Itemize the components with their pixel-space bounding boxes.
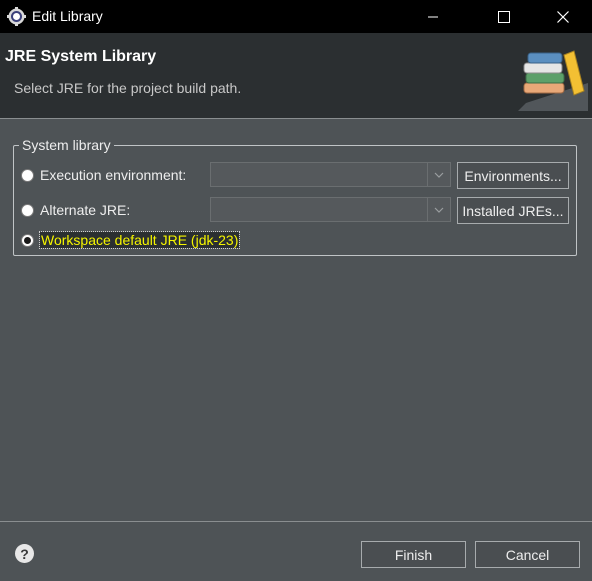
close-icon — [557, 10, 569, 23]
execution-environment-option[interactable]: Execution environment: — [21, 167, 186, 183]
page-description: Select JRE for the project build path. — [14, 80, 242, 96]
minimize-button[interactable] — [410, 0, 456, 33]
minimize-icon — [428, 16, 438, 17]
workspace-default-jre-option[interactable]: Workspace default JRE (jdk-23) — [21, 231, 241, 249]
maximize-icon — [498, 10, 510, 23]
alternate-jre-label: Alternate JRE: — [40, 202, 131, 218]
execution-environment-label: Execution environment: — [40, 167, 187, 183]
cancel-button[interactable]: Cancel — [475, 541, 580, 568]
execution-environment-combo[interactable] — [210, 162, 451, 187]
chevron-down-icon[interactable] — [427, 198, 450, 221]
group-label: System library — [19, 137, 114, 153]
execution-environment-radio[interactable] — [21, 168, 34, 182]
dialog-header: JRE System Library Select JRE for the pr… — [0, 33, 592, 119]
installed-jres-button[interactable]: Installed JREs... — [457, 197, 569, 224]
page-title: JRE System Library — [5, 48, 157, 65]
alternate-jre-combo[interactable] — [210, 197, 451, 222]
help-icon[interactable]: ? — [15, 544, 34, 563]
eclipse-gear-icon — [7, 7, 26, 26]
workspace-default-jre-label: Workspace default JRE (jdk-23) — [38, 231, 241, 249]
environments-button[interactable]: Environments... — [457, 162, 569, 189]
maximize-button[interactable] — [481, 0, 527, 33]
books-library-icon — [518, 50, 588, 111]
finish-button[interactable]: Finish — [361, 541, 466, 568]
header-separator — [0, 118, 592, 119]
footer-separator — [0, 521, 592, 522]
workspace-default-jre-radio[interactable] — [21, 233, 34, 247]
chevron-down-icon[interactable] — [427, 163, 450, 186]
close-button[interactable] — [540, 0, 586, 33]
alternate-jre-option[interactable]: Alternate JRE: — [21, 202, 130, 218]
title-bar: Edit Library — [0, 0, 592, 33]
alternate-jre-radio[interactable] — [21, 203, 34, 217]
window-title: Edit Library — [32, 8, 103, 24]
